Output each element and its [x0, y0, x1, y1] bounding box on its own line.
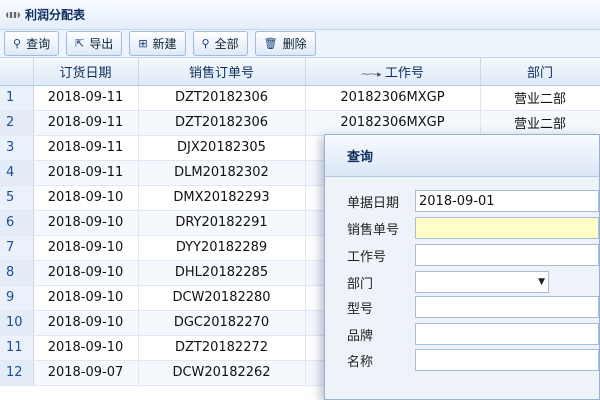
- brand-label: 品牌: [347, 328, 374, 344]
- column-header-department[interactable]: 部门: [480, 58, 600, 86]
- scribble-logo-icon: [6, 10, 22, 20]
- column-header-order-date[interactable]: 订货日期: [33, 58, 139, 86]
- row-number: 8: [0, 260, 34, 286]
- row-number: 10: [0, 310, 34, 336]
- column-header-work-number-label: 工作号: [384, 65, 424, 81]
- grid-header-row: 订货日期 销售订单号 ⁓⁓▸ 工作号 部门: [0, 58, 600, 86]
- order-date-cell: 2018-09-10: [33, 335, 139, 361]
- sales-order-cell: DZT20182272: [138, 335, 306, 361]
- sales-order-cell: DMX20182293: [138, 185, 306, 211]
- window-titlebar: 利润分配表: [0, 0, 600, 30]
- row-number: 5: [0, 185, 34, 211]
- table-row[interactable]: 2 2018-09-11 DZT20182306 20182306MXGP 营业二部: [0, 110, 600, 136]
- date-label: 单据日期: [347, 195, 400, 211]
- show-all-button[interactable]: ⚲ 全部: [192, 31, 248, 56]
- model-label: 型号: [347, 301, 374, 317]
- table-row[interactable]: 1 2018-09-11 DZT20182306 20182306MXGP 营业二部: [0, 85, 600, 111]
- field-row-dept: 部门 ▼: [325, 270, 549, 294]
- field-row-model: 型号: [325, 295, 599, 319]
- field-row-work: 工作号: [325, 243, 599, 267]
- window-title: 利润分配表: [25, 8, 86, 22]
- column-header-work-number[interactable]: ⁓⁓▸ 工作号: [305, 58, 481, 86]
- order-date-cell: 2018-09-11: [33, 160, 139, 186]
- sales-order-cell: DJX20182305: [138, 135, 306, 161]
- sales-order-cell: DYY20182289: [138, 235, 306, 261]
- sales-order-field[interactable]: [415, 217, 599, 239]
- search-icon: ⚲: [201, 37, 210, 50]
- trash-icon: 🗑: [263, 37, 278, 50]
- search-button-label: 查询: [26, 37, 51, 51]
- order-date-cell: 2018-09-10: [33, 260, 139, 286]
- order-date-cell: 2018-09-10: [33, 310, 139, 336]
- sales-order-cell: DZT20182306: [138, 110, 306, 136]
- order-date-cell: 2018-09-10: [33, 235, 139, 261]
- row-number: 1: [0, 85, 34, 111]
- row-number: 12: [0, 360, 34, 386]
- sales-order-cell: DCW20182280: [138, 285, 306, 311]
- dialog-title: 查询: [325, 135, 599, 177]
- delete-button[interactable]: 🗑 删除: [254, 31, 316, 56]
- row-number: 3: [0, 135, 34, 161]
- field-row-name: 名称: [325, 348, 599, 372]
- new-button-label: 新建: [152, 37, 177, 51]
- field-row-date: 单据日期: [325, 189, 599, 213]
- department-label: 部门: [347, 276, 374, 292]
- row-number: 4: [0, 160, 34, 186]
- work-number-field[interactable]: [415, 244, 599, 266]
- query-dialog: 查询 单据日期 销售单号 工作号 部门 ▼ 型号 品牌 名称: [324, 134, 600, 400]
- row-number: 9: [0, 285, 34, 311]
- order-date-cell: 2018-09-10: [33, 285, 139, 311]
- order-date-cell: 2018-09-10: [33, 185, 139, 211]
- department-cell: 营业二部: [480, 110, 600, 136]
- export-button[interactable]: ⇱ 导出: [66, 31, 123, 56]
- chevron-down-icon: ▼: [538, 277, 545, 287]
- order-date-cell: 2018-09-07: [33, 360, 139, 386]
- new-button[interactable]: ⊞ 新建: [129, 31, 186, 56]
- work-number-label: 工作号: [347, 249, 387, 265]
- sales-order-cell: DRY20182291: [138, 210, 306, 236]
- export-icon: ⇱: [75, 37, 85, 50]
- sales-order-cell: DLM20182302: [138, 160, 306, 186]
- row-number: 6: [0, 210, 34, 236]
- search-button[interactable]: ⚲ 查询: [4, 31, 60, 56]
- column-header-sales-order[interactable]: 销售订单号: [138, 58, 306, 86]
- date-field[interactable]: [415, 190, 599, 212]
- toolbar: ⚲ 查询 ⇱ 导出 ⊞ 新建 ⚲ 全部 🗑 删除: [0, 30, 600, 58]
- name-label: 名称: [347, 354, 374, 370]
- sales-order-cell: DCW20182262: [138, 360, 306, 386]
- order-date-cell: 2018-09-11: [33, 110, 139, 136]
- department-select[interactable]: ▼: [415, 271, 549, 293]
- field-row-brand: 品牌: [325, 322, 599, 346]
- order-date-cell: 2018-09-10: [33, 210, 139, 236]
- order-date-cell: 2018-09-11: [33, 135, 139, 161]
- name-field[interactable]: [415, 349, 599, 371]
- model-field[interactable]: [415, 296, 599, 318]
- row-number: 2: [0, 110, 34, 136]
- sales-order-cell: DGC20182270: [138, 310, 306, 336]
- sales-order-cell: DZT20182306: [138, 85, 306, 111]
- sales-order-cell: DHL20182285: [138, 260, 306, 286]
- brand-field[interactable]: [415, 323, 599, 345]
- row-number: 11: [0, 335, 34, 361]
- scribble-icon: ⁓⁓▸: [361, 69, 382, 80]
- work-number-cell: 20182306MXGP: [305, 85, 481, 111]
- show-all-button-label: 全部: [214, 37, 239, 51]
- sales-order-label: 销售单号: [347, 222, 400, 238]
- export-button-label: 导出: [89, 37, 114, 51]
- work-number-cell: 20182306MXGP: [305, 110, 481, 136]
- new-icon: ⊞: [138, 37, 148, 50]
- field-row-order: 销售单号: [325, 216, 599, 240]
- order-date-cell: 2018-09-11: [33, 85, 139, 111]
- delete-button-label: 删除: [282, 37, 307, 51]
- row-number: 7: [0, 235, 34, 261]
- department-cell: 营业二部: [480, 85, 600, 111]
- search-icon: ⚲: [13, 37, 22, 50]
- row-number-header: [0, 58, 34, 86]
